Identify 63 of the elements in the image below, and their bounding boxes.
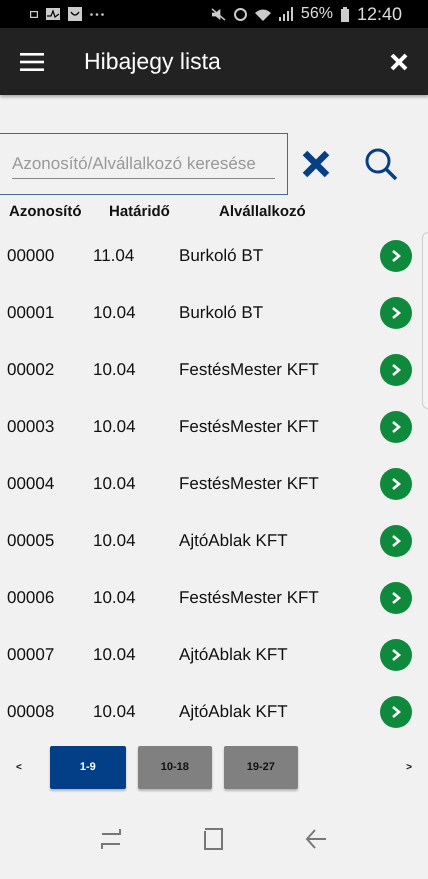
id-cell-text: 00006 bbox=[7, 588, 56, 608]
search-box[interactable]: Azonosító/Alvállalkozó keresése bbox=[0, 133, 288, 195]
menu-button[interactable] bbox=[20, 52, 44, 70]
open-details-button[interactable] bbox=[380, 524, 412, 556]
id-cell-text: 00007 bbox=[7, 644, 56, 664]
deadline-cell-text: 10.04 bbox=[93, 702, 137, 722]
deadline-cell-text: 10.04 bbox=[93, 416, 137, 436]
pulse-icon bbox=[46, 8, 60, 20]
id-cell-text: 00000 bbox=[7, 246, 56, 266]
deadline-cell-text: 10.04 bbox=[93, 360, 137, 380]
previous-page-button[interactable]: < bbox=[16, 762, 22, 772]
battery-percent: 56% bbox=[300, 5, 333, 23]
contractor-cell-text: Burkoló BT bbox=[179, 302, 264, 322]
contractor-cell-text: FestésMester KFT bbox=[179, 416, 320, 436]
signal-icon bbox=[278, 7, 293, 21]
id-cell-text: 00001 bbox=[7, 302, 56, 322]
notification-icon bbox=[30, 10, 38, 18]
contractor-cell-text: AjtóAblak KFT bbox=[179, 702, 289, 722]
id-cell-text: 00004 bbox=[7, 474, 56, 494]
column-header: Azonosító bbox=[9, 203, 82, 222]
column-header: Határidő bbox=[109, 203, 171, 222]
id-cell-text: 00005 bbox=[7, 530, 56, 550]
open-details-button[interactable] bbox=[380, 354, 412, 386]
home-button[interactable] bbox=[203, 828, 223, 850]
next-page-button[interactable]: > bbox=[406, 762, 412, 772]
wifi-icon bbox=[254, 8, 271, 20]
contractor-cell-text: AjtóAblak KFT bbox=[179, 530, 289, 550]
battery-icon bbox=[340, 6, 349, 22]
page-button[interactable]: 19-27 bbox=[224, 746, 298, 788]
contractor-cell-text: FestésMester KFT bbox=[179, 588, 320, 608]
recent-apps-button[interactable] bbox=[101, 828, 121, 850]
page-button[interactable]: 1-9 bbox=[50, 746, 126, 788]
id-cell-text: 00002 bbox=[7, 360, 56, 380]
search-button[interactable] bbox=[364, 147, 398, 181]
more-icon bbox=[90, 12, 104, 16]
mute-icon bbox=[210, 8, 226, 20]
open-details-button[interactable] bbox=[380, 240, 412, 272]
open-details-button[interactable] bbox=[380, 696, 412, 728]
back-button[interactable] bbox=[305, 828, 327, 850]
column-header: Alvállalkozó bbox=[219, 203, 307, 222]
open-details-button[interactable] bbox=[380, 582, 412, 614]
deadline-cell-text: 10.04 bbox=[93, 644, 137, 664]
open-details-button[interactable] bbox=[380, 638, 412, 670]
deadline-cell-text: 11.04 bbox=[93, 246, 136, 266]
id-cell-text: 00008 bbox=[7, 702, 56, 722]
id-cell-text: 00003 bbox=[7, 416, 56, 436]
search-field[interactable]: Azonosító/Alvállalkozó keresése bbox=[12, 150, 275, 178]
screen-title: Hibajegy lista bbox=[84, 48, 222, 75]
contractor-cell-text: FestésMester KFT bbox=[179, 474, 320, 494]
deadline-cell-text: 10.04 bbox=[93, 588, 137, 608]
clock-time: 12:40 bbox=[356, 4, 402, 24]
open-details-button[interactable] bbox=[380, 410, 412, 442]
deadline-cell-text: 10.04 bbox=[93, 474, 137, 494]
clear-button[interactable] bbox=[302, 150, 330, 178]
page-button[interactable]: 10-18 bbox=[138, 746, 212, 788]
deadline-cell-text: 10.04 bbox=[93, 302, 137, 322]
contractor-cell-text: Burkoló BT bbox=[179, 246, 264, 266]
open-details-button[interactable] bbox=[380, 468, 412, 500]
contractor-cell-text: FestésMester KFT bbox=[179, 360, 320, 380]
deadline-cell-text: 10.04 bbox=[93, 530, 137, 550]
open-details-button[interactable] bbox=[380, 296, 412, 328]
contractor-cell-text: AjtóAblak KFT bbox=[179, 644, 289, 664]
close-button[interactable] bbox=[390, 52, 408, 70]
